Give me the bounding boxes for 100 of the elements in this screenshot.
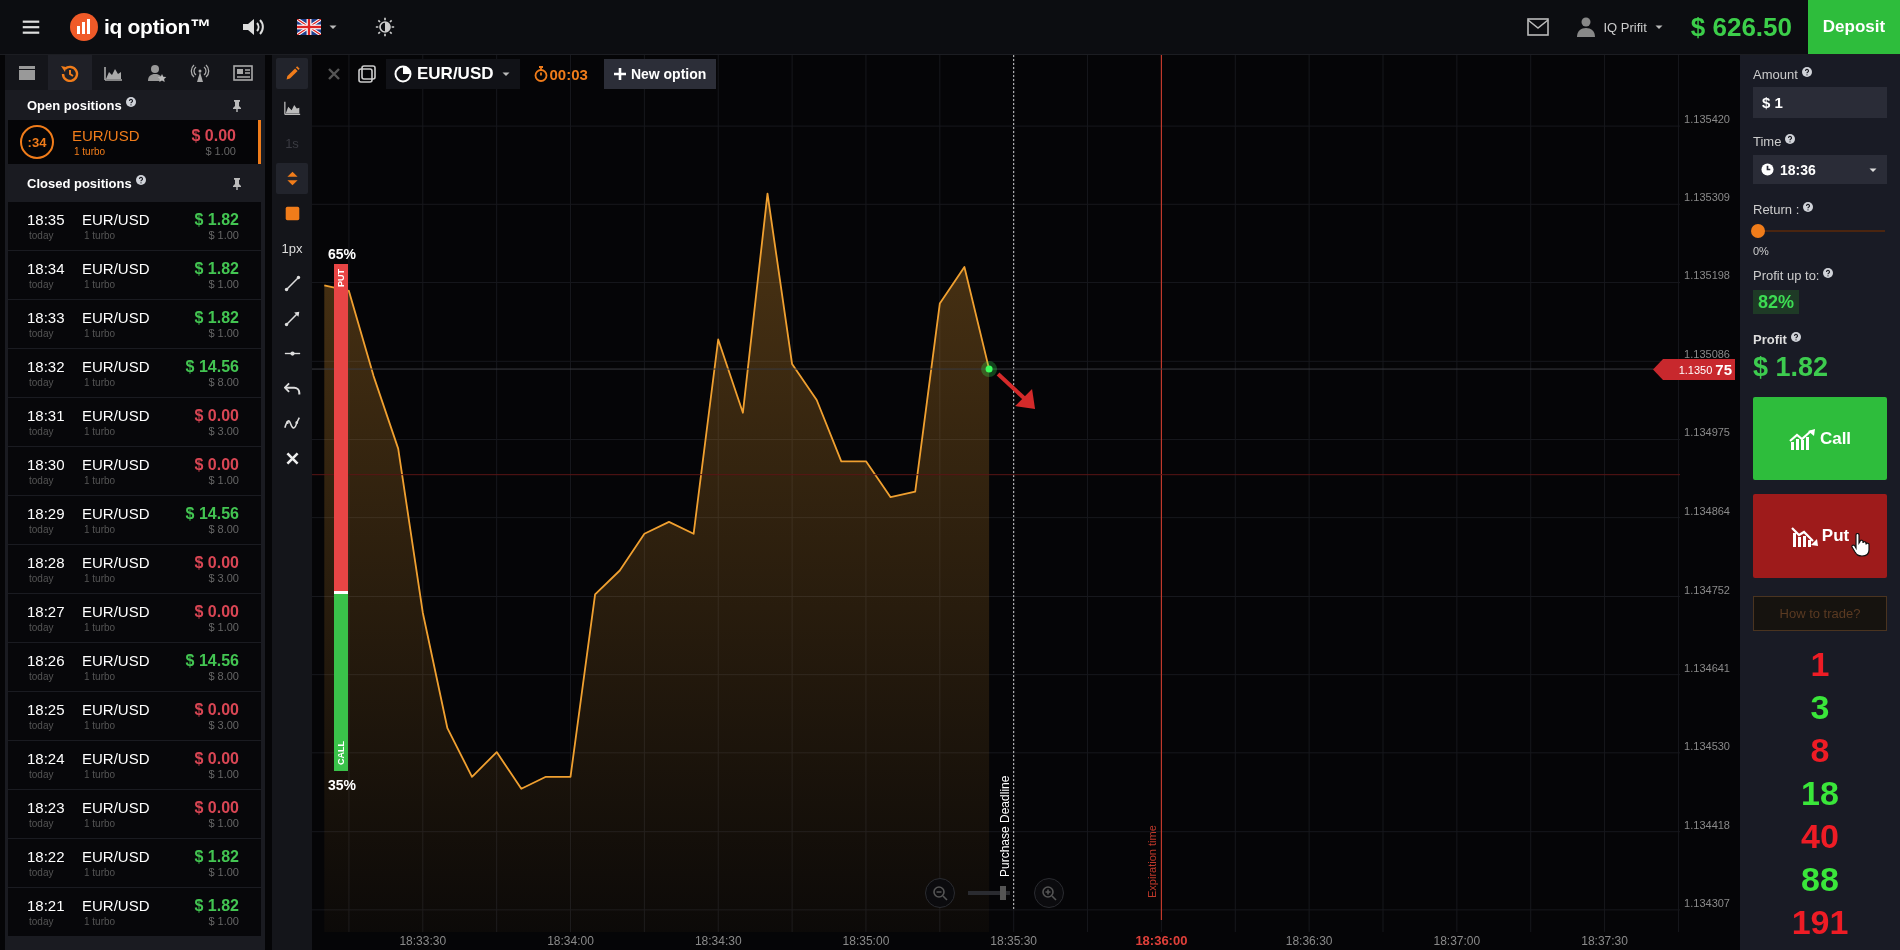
time-axis-label: 18:36:00 [1135, 933, 1188, 948]
position-amount: $ 1.00 [208, 327, 239, 340]
chart-tool[interactable] [276, 58, 308, 89]
position-pair: EUR/USD [82, 308, 151, 327]
ray-tool-icon [283, 310, 301, 327]
position-row[interactable]: 18:30 today EUR/USD 1 turbo $ 0.00 $ 1.00 [8, 447, 261, 495]
position-pair: EUR/USD [82, 651, 151, 670]
chart-tool[interactable]: 1px [276, 233, 308, 264]
position-time: 18:32 [27, 357, 66, 376]
mail-icon[interactable] [1527, 18, 1550, 36]
position-row[interactable]: 18:32 today EUR/USD 1 turbo $ 14.56 $ 8.00 [8, 349, 261, 397]
zoom-in-button[interactable] [1034, 878, 1064, 908]
brightness-icon[interactable] [374, 17, 395, 37]
price-axis-label: 1.134975 [1684, 426, 1730, 439]
newspaper-icon [233, 63, 254, 82]
return-slider[interactable] [1753, 224, 1887, 238]
time-dropdown[interactable]: 18:36 [1753, 155, 1887, 184]
put-button[interactable]: Put [1753, 494, 1887, 578]
price-axis-label: 1.134418 [1684, 818, 1730, 831]
position-row[interactable]: 18:35 today EUR/USD 1 turbo $ 1.82 $ 1.00 [8, 202, 261, 250]
price-axis-label: 1.135309 [1684, 191, 1730, 204]
position-day: today [27, 424, 82, 438]
position-time: 18:29 [27, 504, 66, 523]
position-pair: EUR/USD [82, 259, 151, 278]
position-time: 18:25 [27, 700, 66, 719]
help-icon[interactable] [1785, 134, 1796, 144]
hand-cursor-icon [1850, 533, 1870, 557]
falling-chart-icon [1790, 525, 1819, 547]
help-icon[interactable] [125, 97, 136, 107]
position-payout: $ 14.56 [185, 651, 239, 670]
pin-icon[interactable] [231, 98, 243, 112]
position-row[interactable]: 18:28 today EUR/USD 1 turbo $ 0.00 $ 3.00 [8, 545, 261, 593]
close-icon[interactable] [326, 66, 342, 82]
flag-icon[interactable] [296, 19, 321, 35]
counter-number: 3 [1810, 687, 1830, 728]
position-pair: EUR/USD [82, 847, 151, 866]
brand-name: iq option™ [104, 15, 211, 39]
position-time: 18:26 [27, 651, 66, 670]
position-type: 1 turbo [83, 326, 117, 340]
position-amount: $ 1.00 [208, 768, 239, 781]
position-day: today [27, 473, 82, 487]
pin-icon[interactable] [231, 176, 243, 190]
position-row[interactable]: 18:31 today EUR/USD 1 turbo $ 0.00 $ 3.00 [8, 398, 261, 446]
zoom-slider-thumb[interactable] [1000, 886, 1007, 900]
position-row[interactable]: 18:21 today EUR/USD 1 turbo $ 1.82 $ 1.00 [8, 888, 261, 936]
call-label: CALL [336, 741, 346, 765]
user-name[interactable]: IQ Prifit [1603, 19, 1647, 35]
field-label: Profit [1753, 332, 1787, 348]
arrow-icon [996, 372, 1036, 410]
panel-tab[interactable] [48, 55, 92, 90]
position-day: today [27, 865, 82, 879]
position-time: 18:34 [27, 259, 66, 278]
position-amount: $ 1.00 [208, 278, 239, 291]
logo-icon[interactable] [70, 13, 98, 41]
position-type: 1 turbo [83, 865, 117, 879]
counter-number: 18 [1801, 773, 1839, 814]
position-row[interactable]: 18:33 today EUR/USD 1 turbo $ 1.82 $ 1.00 [8, 300, 261, 348]
help-icon[interactable] [1801, 67, 1812, 77]
help-icon[interactable] [1790, 332, 1801, 342]
zoom-out-icon [932, 885, 948, 901]
slider-thumb[interactable] [1751, 224, 1765, 238]
position-row[interactable]: 18:27 today EUR/USD 1 turbo $ 0.00 $ 1.00 [8, 594, 261, 642]
user-icon[interactable] [1577, 17, 1596, 37]
time-axis-label: 18:35:30 [990, 934, 1038, 948]
position-row[interactable]: 18:26 today EUR/USD 1 turbo $ 14.56 $ 8.00 [8, 643, 261, 691]
help-icon[interactable] [135, 175, 146, 185]
amount-field[interactable]: $ 1 [1753, 87, 1887, 118]
position-row[interactable]: 18:24 today EUR/USD 1 turbo $ 0.00 $ 1.00 [8, 741, 261, 789]
position-day: today [27, 228, 82, 242]
copy-icon[interactable] [358, 65, 376, 83]
counter-number: 8 [1810, 730, 1830, 771]
position-row[interactable]: 18:29 today EUR/USD 1 turbo $ 14.56 $ 8.00 [8, 496, 261, 544]
zoom-slider[interactable] [968, 886, 1010, 900]
position-type: 1 turbo [83, 718, 117, 732]
position-pair: EUR/USD [82, 504, 151, 523]
position-amount: $ 3.00 [208, 572, 239, 585]
position-row[interactable]: 18:25 today EUR/USD 1 turbo $ 0.00 $ 3.00 [8, 692, 261, 740]
asset-selector[interactable]: EUR/USD [386, 59, 520, 89]
price-axis-label: 1.135086 [1684, 348, 1730, 361]
counter-number: 191 [1791, 902, 1849, 943]
pie-chart-icon [394, 65, 412, 83]
time-axis-label: 18:33:30 [399, 934, 447, 948]
deadline-label: Purchase Deadline [997, 775, 1012, 877]
price-axis-label: 1.134307 [1684, 896, 1730, 909]
position-row[interactable]: 18:34 today EUR/USD 1 turbo $ 1.82 $ 1.00 [8, 251, 261, 299]
position-type: 1 turbo [83, 767, 117, 781]
position-row[interactable]: 18:23 today EUR/USD 1 turbo $ 0.00 $ 1.00 [8, 790, 261, 838]
position-payout: $ 1.82 [194, 308, 239, 327]
help-icon[interactable] [1823, 268, 1834, 278]
position-pair: EUR/USD [82, 406, 151, 425]
position-row[interactable]: 18:22 today EUR/USD 1 turbo $ 1.82 $ 1.00 [8, 839, 261, 887]
position-pair: EUR/USD [82, 896, 151, 915]
position-day: today [27, 620, 82, 634]
position-type: 1 turbo [83, 522, 117, 536]
position-payout: $ 0.00 [194, 749, 239, 768]
help-icon[interactable] [1803, 202, 1814, 212]
undo-icon [283, 380, 301, 397]
expiration-label: Expiration time [1146, 825, 1159, 898]
new-option-button[interactable]: New option [603, 59, 717, 89]
antenna-icon [189, 63, 210, 82]
